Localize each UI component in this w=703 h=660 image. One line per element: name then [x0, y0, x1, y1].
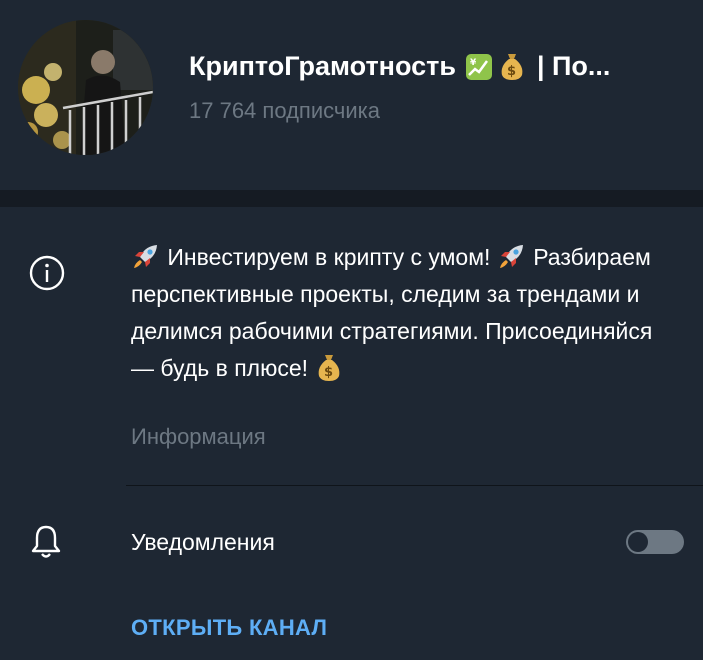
svg-text:$: $	[507, 64, 516, 79]
rocket-emoji	[131, 241, 161, 271]
chart-yen-emoji: ¥	[465, 52, 493, 80]
description-line1: Инвестируем в крипту с умом!	[167, 244, 491, 270]
notifications-label: Уведомления	[131, 529, 275, 555]
info-caption: Информация	[131, 424, 266, 449]
section-divider	[0, 190, 703, 207]
subscriber-count: 17 764 подписчика	[189, 98, 380, 123]
channel-avatar[interactable]	[18, 20, 153, 155]
bell-icon	[30, 524, 62, 560]
info-icon	[28, 254, 66, 292]
channel-info-panel: КриптоГрамотность ¥ $ | По... 17 764 под…	[0, 0, 703, 660]
channel-name: КриптоГрамотность	[189, 51, 456, 81]
money-bag-emoji: $	[314, 352, 344, 382]
open-channel-button[interactable]: ОТКРЫТЬ КАНАЛ	[131, 615, 327, 641]
separator-line	[126, 485, 703, 486]
svg-text:¥: ¥	[470, 58, 477, 68]
channel-title: КриптоГрамотность ¥ $ | По...	[189, 46, 689, 86]
channel-header: КриптоГрамотность ¥ $ | По... 17 764 под…	[0, 0, 703, 190]
channel-description: Инвестируем в крипту с умом! Разбираем п…	[131, 239, 681, 387]
notifications-toggle[interactable]	[626, 530, 684, 554]
money-bag-emoji: $	[499, 51, 525, 81]
svg-text:$: $	[324, 365, 333, 380]
channel-title-suffix: | По...	[536, 51, 611, 81]
rocket-emoji	[497, 241, 527, 271]
avatar-image	[18, 20, 153, 155]
toggle-knob	[628, 532, 648, 552]
